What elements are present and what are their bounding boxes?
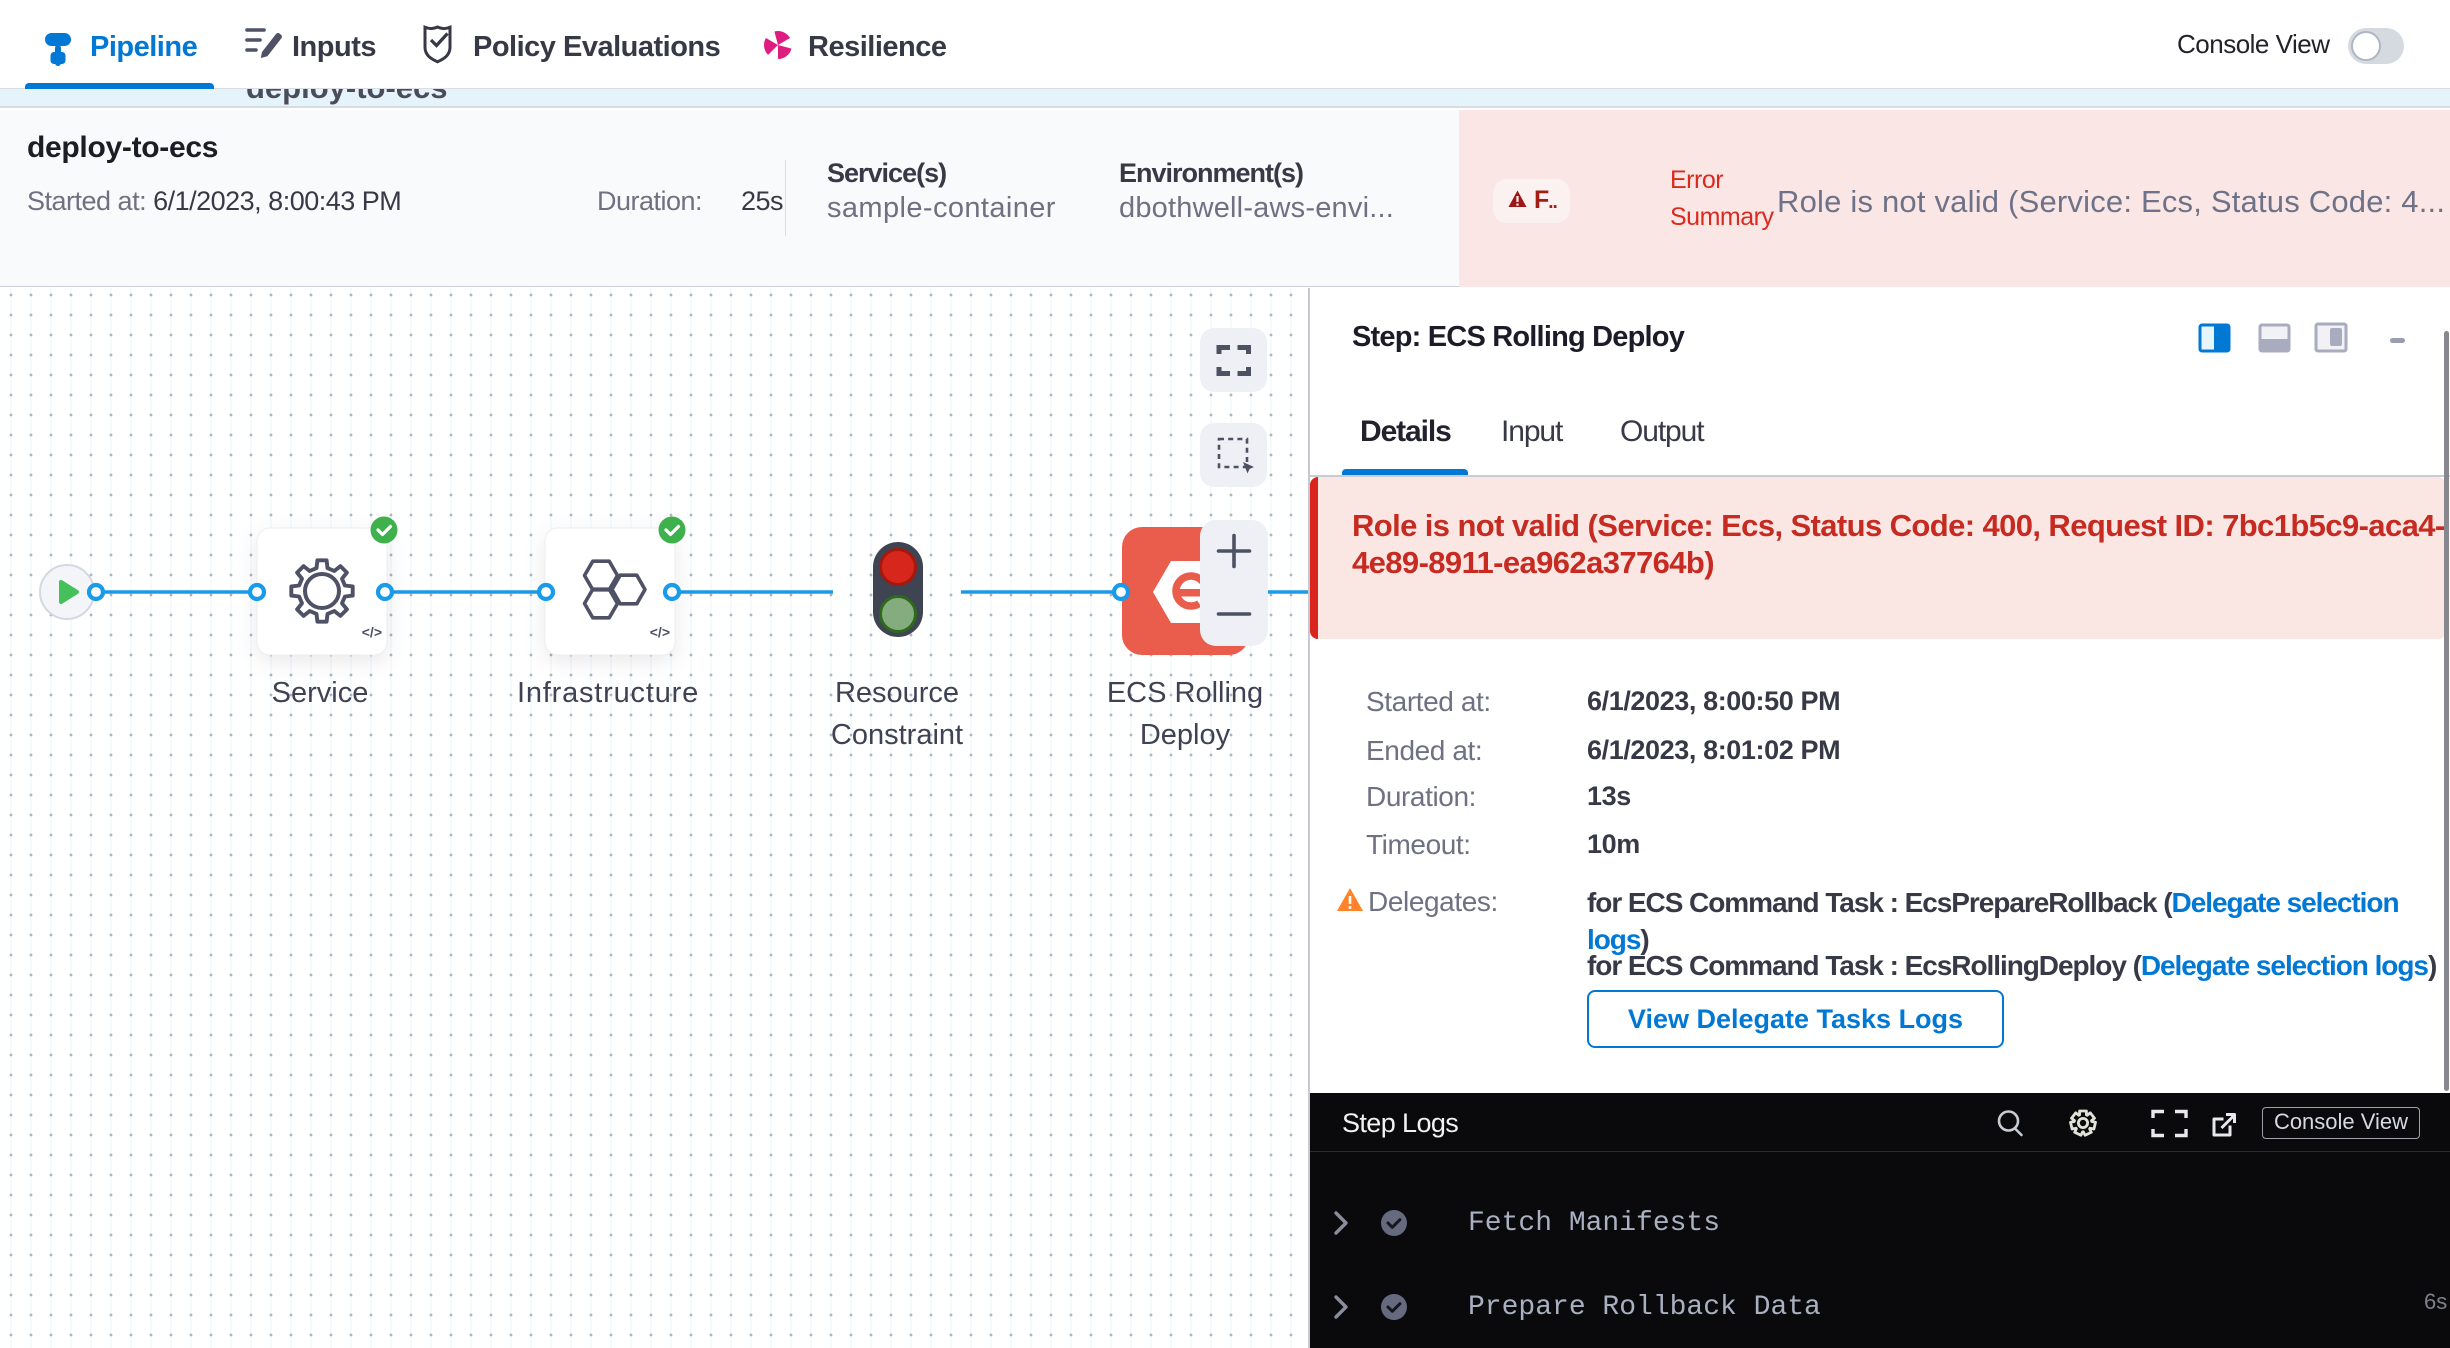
svg-text:ECS Rolling: ECS Rolling — [1107, 677, 1263, 709]
svg-text:</>: </> — [362, 624, 382, 640]
svg-text:Deploy: Deploy — [1140, 719, 1231, 751]
svg-text:Constraint: Constraint — [831, 719, 963, 751]
svg-text:Resource: Resource — [835, 677, 959, 709]
svg-text:</>: </> — [650, 624, 670, 640]
svg-text:Infrastructure: Infrastructure — [517, 677, 699, 709]
svg-text:Service: Service — [272, 677, 369, 709]
